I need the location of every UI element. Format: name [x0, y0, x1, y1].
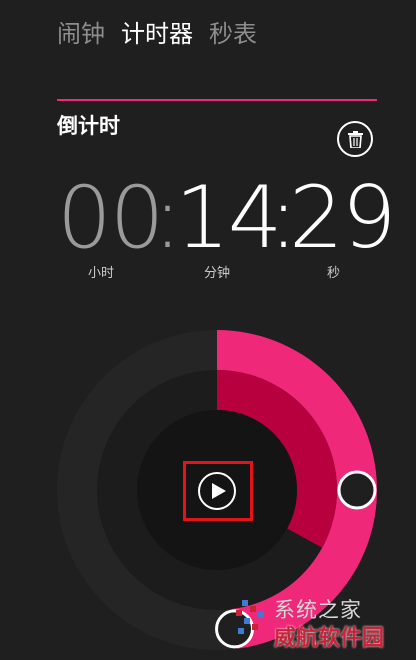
tab-timer[interactable]: 计时器	[121, 14, 193, 49]
time-display[interactable]: 00 : 14 : 29	[57, 168, 396, 268]
dial-drag-handle[interactable]	[337, 470, 377, 510]
delete-button[interactable]	[337, 121, 373, 157]
tab-stopwatch[interactable]: 秒表	[209, 14, 257, 49]
watermark-line2: 威航软件园	[274, 626, 385, 651]
tab-alarm[interactable]: 闹钟	[57, 14, 105, 49]
watermark-logo	[236, 600, 264, 634]
seconds-unit-label: 秒	[327, 266, 341, 281]
top-tabs: 闹钟 计时器 秒表	[57, 14, 257, 49]
play-button[interactable]	[198, 472, 236, 510]
timer-divider	[57, 99, 377, 101]
watermark: 系统之家 威航软件园	[226, 590, 416, 660]
play-icon	[212, 483, 226, 499]
hours-value[interactable]: 00	[57, 168, 164, 268]
timer-name[interactable]: 倒计时	[57, 110, 120, 140]
seconds-value[interactable]: 29	[289, 168, 396, 268]
hours-unit-label: 小时	[88, 266, 115, 281]
minutes-value[interactable]: 14	[175, 168, 282, 268]
minutes-unit-label: 分钟	[204, 266, 231, 281]
trash-icon	[348, 131, 363, 148]
